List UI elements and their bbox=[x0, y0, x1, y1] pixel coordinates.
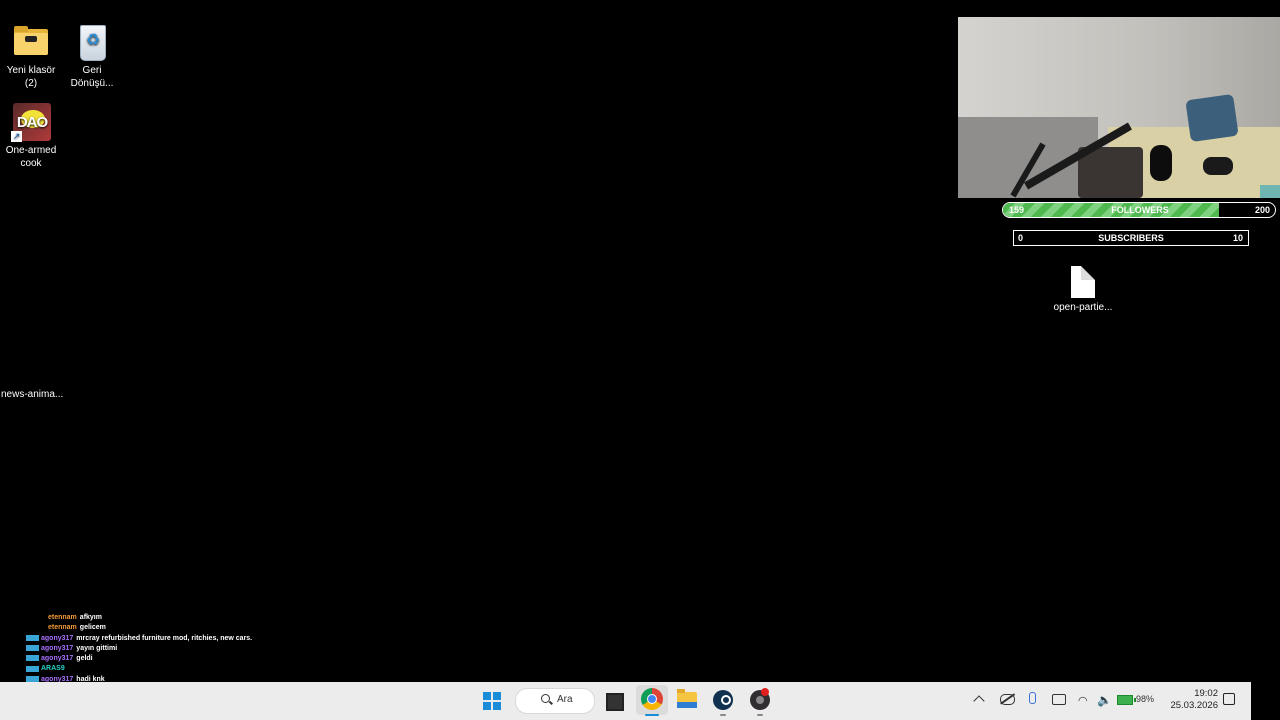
file-icon bbox=[1071, 266, 1095, 298]
recording-badge bbox=[761, 688, 769, 696]
chat-username: agony317 bbox=[41, 634, 74, 642]
clock[interactable]: 19:02 25.03.2026 bbox=[1168, 688, 1218, 712]
desktop-icon-label: Yeni klasör (2) bbox=[6, 65, 56, 89]
chat-message: ARAS9 bbox=[26, 664, 326, 674]
recycle-bin-icon: ♻ bbox=[72, 22, 112, 62]
folder-icon bbox=[11, 22, 51, 62]
chat-text: yayın gittimi bbox=[76, 644, 118, 652]
battery-percent: 98% bbox=[1136, 694, 1155, 704]
webcam-feed bbox=[958, 17, 1280, 198]
microphone-icon[interactable] bbox=[1029, 692, 1036, 704]
chat-message: etennam afkyım bbox=[26, 613, 326, 623]
chrome-active-indicator bbox=[645, 714, 659, 716]
subscribers-goal: 10 bbox=[1232, 233, 1243, 243]
chat-username: etennam bbox=[48, 614, 77, 621]
taskbar-search-button[interactable]: Ara bbox=[515, 688, 595, 714]
battery-icon[interactable] bbox=[1117, 695, 1136, 705]
wifi-icon[interactable]: ◠ bbox=[1078, 694, 1088, 707]
desktop-icon-label: open-partie... bbox=[1053, 302, 1113, 313]
steam-running-indicator bbox=[720, 714, 726, 716]
chat-badge-icon bbox=[26, 645, 39, 652]
windows-start-icon[interactable] bbox=[483, 692, 501, 710]
chat-badge-icon bbox=[26, 655, 39, 662]
chat-username: agony317 bbox=[41, 655, 74, 663]
steam-icon[interactable] bbox=[713, 690, 733, 710]
chat-message: agony317 mrcray refurbished furniture mod… bbox=[26, 634, 326, 644]
chrome-icon[interactable] bbox=[641, 688, 663, 710]
desktop-icon-label: One-armed cook bbox=[5, 145, 57, 169]
chat-text: mrcray refurbished furniture mod, ritchi… bbox=[76, 634, 253, 642]
subscribers-goal-bar: 0 SUBSCRIBERS 10 bbox=[1013, 230, 1249, 246]
chat-message: agony317 yayın gittimi bbox=[26, 644, 326, 654]
obs-running-indicator bbox=[757, 714, 763, 716]
keyboard-icon[interactable] bbox=[1052, 694, 1066, 705]
cloud-offline-icon[interactable] bbox=[1000, 694, 1015, 705]
chat-message: agony317 geldi bbox=[26, 654, 326, 664]
desktop-icon-open-parties[interactable]: open-partie... bbox=[1048, 266, 1118, 313]
chevron-up-icon[interactable] bbox=[973, 695, 985, 707]
chat-badge-icon bbox=[26, 665, 39, 672]
followers-label: FOLLOWERS bbox=[1111, 205, 1169, 215]
chat-text: geldi bbox=[76, 655, 93, 663]
chat-text: gelicem bbox=[79, 624, 106, 632]
desktop-icon-label: news-anima... bbox=[1, 389, 64, 400]
clock-time: 19:02 bbox=[1194, 688, 1218, 699]
chat-badge-icon bbox=[26, 634, 39, 641]
search-label: Ara bbox=[557, 694, 573, 705]
shortcut-arrow-icon: ↗ bbox=[11, 131, 22, 142]
task-view-icon[interactable] bbox=[606, 693, 624, 711]
chat-message: etennam gelicem bbox=[26, 623, 326, 633]
chat-username: etennam bbox=[48, 624, 77, 632]
volume-icon[interactable]: 🔈 bbox=[1097, 693, 1112, 707]
subscribers-label: SUBSCRIBERS bbox=[1098, 233, 1164, 243]
notification-icon[interactable] bbox=[1223, 693, 1235, 705]
file-explorer-icon[interactable] bbox=[677, 689, 697, 708]
taskbar: Ara ◠ 🔈 98% 19:02 25.03.2026 bbox=[0, 682, 1280, 720]
followers-goal-bar: 159 FOLLOWERS 200 bbox=[1002, 202, 1276, 218]
desktop-icon-new-folder[interactable]: Yeni klasör (2) bbox=[0, 22, 62, 90]
taskbar-edge bbox=[1251, 682, 1280, 720]
clock-date: 25.03.2026 bbox=[1170, 700, 1218, 711]
search-icon bbox=[541, 694, 550, 703]
desktop-icon-label: Geri Dönüşü... bbox=[70, 65, 114, 89]
chat-username: agony317 bbox=[41, 644, 74, 652]
followers-goal: 200 bbox=[1254, 205, 1270, 215]
chat-text: afkyım bbox=[79, 614, 102, 621]
game-shortcut-icon: DAO ↗ bbox=[11, 102, 51, 142]
desktop-icon-news-animation[interactable]: news-anima... bbox=[1, 389, 63, 400]
desktop-icon-one-armed-cook[interactable]: DAO ↗ One-armed cook bbox=[0, 102, 62, 170]
desktop-icon-recycle-bin[interactable]: ♻ Geri Dönüşü... bbox=[61, 22, 123, 90]
chat-username: ARAS9 bbox=[41, 665, 65, 673]
